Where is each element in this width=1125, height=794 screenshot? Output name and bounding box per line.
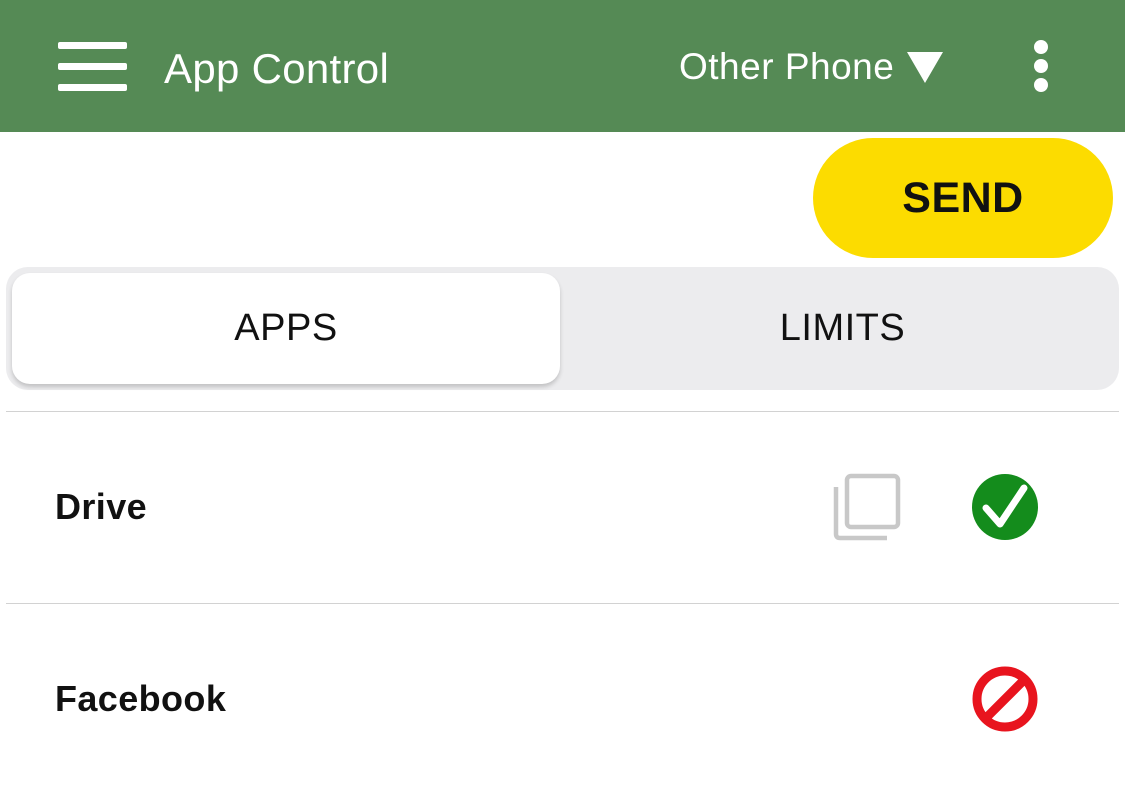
app-name: Facebook [55, 678, 227, 719]
segmented-control: APPS LIMITS [6, 267, 1119, 390]
tab-limits[interactable]: LIMITS [566, 267, 1119, 390]
green-checkmark-icon[interactable] [970, 472, 1040, 542]
send-button[interactable]: SEND [813, 138, 1113, 258]
list-item-drive[interactable]: Drive [0, 412, 1125, 602]
hamburger-menu-icon[interactable] [58, 42, 128, 92]
device-selector-label: Other Phone [679, 46, 895, 87]
tab-apps[interactable]: APPS [12, 273, 560, 384]
copy-icon[interactable] [832, 472, 902, 542]
list-item-facebook[interactable]: Facebook [0, 604, 1125, 794]
app-name: Drive [55, 486, 148, 527]
app-bar: App Control Other Phone [0, 0, 1125, 132]
device-selector[interactable]: Other Phone [679, 42, 944, 92]
red-prohibited-icon[interactable] [970, 664, 1040, 734]
vertical-ellipsis-icon[interactable] [1024, 36, 1058, 96]
page-title: App Control [164, 45, 390, 92]
dropdown-triangle-icon [907, 52, 944, 83]
